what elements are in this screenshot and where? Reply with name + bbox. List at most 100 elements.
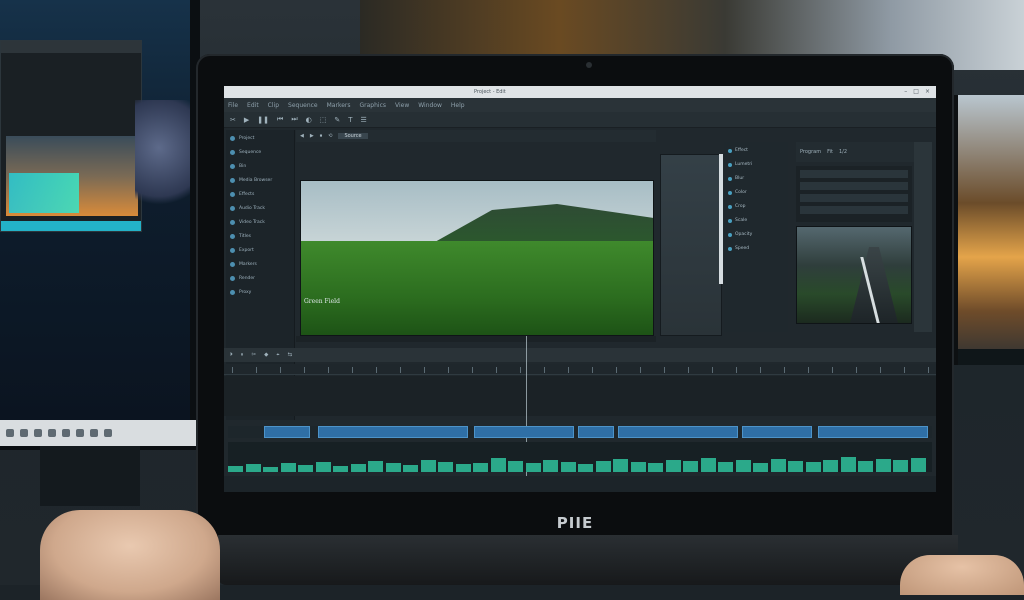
program-viewer[interactable] xyxy=(796,226,912,324)
source-viewer[interactable]: Green Field xyxy=(300,180,654,336)
folder-icon xyxy=(230,247,235,253)
ruler-tick xyxy=(400,367,401,373)
menu-bar: File Edit Clip Sequence Markers Graphics… xyxy=(224,98,936,112)
menu-file[interactable]: File xyxy=(228,102,238,109)
menu-clip[interactable]: Clip xyxy=(268,102,279,109)
keyframe-icon[interactable]: ◆ xyxy=(264,352,268,358)
loop-icon[interactable]: ⟲ xyxy=(328,133,332,139)
menu-view[interactable]: View xyxy=(395,102,409,109)
project-item-label: Proxy xyxy=(239,289,252,295)
project-item[interactable]: Render xyxy=(226,272,294,284)
menu-icon[interactable]: ☰ xyxy=(361,116,367,124)
next-frame-icon[interactable]: ▶ xyxy=(310,133,314,139)
ruler-tick xyxy=(256,367,257,373)
ripple-icon[interactable]: ⇆ xyxy=(287,352,292,358)
audio-waveform-block xyxy=(543,460,558,472)
effect-item[interactable]: Crop xyxy=(728,201,788,212)
project-item[interactable]: Sequence xyxy=(226,146,294,158)
list-item[interactable] xyxy=(800,206,908,214)
effect-item[interactable]: Speed xyxy=(728,243,788,254)
effect-item[interactable]: Color xyxy=(728,187,788,198)
crop-icon[interactable]: ⬚ xyxy=(320,116,327,124)
menu-edit[interactable]: Edit xyxy=(247,102,259,109)
video-clip[interactable] xyxy=(742,426,812,438)
menu-sequence[interactable]: Sequence xyxy=(288,102,318,109)
close-button[interactable]: × xyxy=(925,88,930,96)
ruler-tick xyxy=(304,367,305,373)
project-item[interactable]: Markers xyxy=(226,258,294,270)
list-item[interactable] xyxy=(800,182,908,190)
folder-icon xyxy=(230,163,235,169)
effect-icon xyxy=(728,232,732,237)
project-item[interactable]: Export xyxy=(226,244,294,256)
list-item[interactable] xyxy=(800,170,908,178)
pause-icon[interactable]: ❚❚ xyxy=(257,116,269,124)
project-item[interactable]: Media Browser xyxy=(226,174,294,186)
monitor-stand xyxy=(40,446,140,506)
ruler-tick xyxy=(664,367,665,373)
list-item[interactable] xyxy=(800,194,908,202)
timeline-scrollbar[interactable] xyxy=(224,476,936,492)
folder-icon xyxy=(230,233,235,239)
viewer-clip-name[interactable]: Source xyxy=(338,133,368,139)
project-item-label: Audio Track xyxy=(239,205,265,211)
video-clip[interactable] xyxy=(264,426,310,438)
project-item[interactable]: Audio Track xyxy=(226,202,294,214)
project-item-label: Markers xyxy=(239,261,257,267)
timeline-pause-icon[interactable]: ⏸ xyxy=(241,352,244,359)
timeline-ruler[interactable] xyxy=(224,364,936,375)
left-hand xyxy=(40,510,220,600)
project-item[interactable]: Effects xyxy=(226,188,294,200)
prev-frame-icon[interactable]: ◀ xyxy=(300,133,304,139)
timeline-play-icon[interactable]: ⏵ xyxy=(230,352,233,359)
audio-waveform-block xyxy=(823,460,838,472)
project-item-label: Export xyxy=(239,247,254,253)
effect-item[interactable]: Blur xyxy=(728,173,788,184)
project-item[interactable]: Titles xyxy=(226,230,294,242)
panel-scrollbar[interactable] xyxy=(719,154,723,284)
pen-icon[interactable]: ✎ xyxy=(334,116,340,124)
menu-markers[interactable]: Markers xyxy=(327,102,351,109)
snap-icon[interactable]: ⌖ xyxy=(276,352,279,359)
program-scrollbar[interactable] xyxy=(914,142,932,332)
play-icon[interactable]: ▶ xyxy=(244,116,249,124)
ruler-tick xyxy=(496,367,497,373)
menu-graphics[interactable]: Graphics xyxy=(360,102,387,109)
program-fit-select[interactable]: Fit xyxy=(827,149,833,155)
menu-window[interactable]: Window xyxy=(418,102,442,109)
video-clip[interactable] xyxy=(818,426,928,438)
project-item[interactable]: Bin xyxy=(226,160,294,172)
text-tool-icon[interactable]: T xyxy=(348,116,352,124)
viewer-scrub-bar[interactable] xyxy=(296,336,656,342)
minimize-button[interactable]: – xyxy=(904,88,907,96)
project-item[interactable]: Project xyxy=(226,132,294,144)
effect-item[interactable]: Effect xyxy=(728,145,788,156)
project-item-label: Bin xyxy=(239,163,247,169)
right-monitor-taskbar xyxy=(958,349,1024,365)
program-title: Program xyxy=(800,149,822,155)
program-resolution-select[interactable]: 1/2 xyxy=(839,149,847,155)
audio-waveform-block xyxy=(473,463,488,472)
video-clip[interactable] xyxy=(474,426,574,438)
skip-back-icon[interactable]: ⏮ xyxy=(277,115,283,124)
timeline-razor-icon[interactable]: ✂ xyxy=(252,352,257,358)
menu-help[interactable]: Help xyxy=(451,102,465,109)
razor-tool-icon[interactable]: ✂ xyxy=(230,116,236,124)
color-icon[interactable]: ◐ xyxy=(306,116,312,124)
maximize-button[interactable]: □ xyxy=(913,88,919,96)
video-clip[interactable] xyxy=(618,426,738,438)
left-monitor-window-title xyxy=(1,41,141,53)
stop-icon[interactable]: ⏹ xyxy=(320,133,323,139)
ruler-tick xyxy=(328,367,329,373)
project-item[interactable]: Proxy xyxy=(226,286,294,298)
program-header: Program Fit 1/2 xyxy=(796,142,932,162)
skip-forward-icon[interactable]: ⏭ xyxy=(291,115,297,124)
effect-item[interactable]: Scale xyxy=(728,215,788,226)
effect-item[interactable]: Opacity xyxy=(728,229,788,240)
video-clip[interactable] xyxy=(578,426,614,438)
effect-label: Color xyxy=(735,190,747,195)
project-item-label: Media Browser xyxy=(239,177,273,183)
effect-item[interactable]: Lumetri xyxy=(728,159,788,170)
project-item[interactable]: Video Track xyxy=(226,216,294,228)
video-clip[interactable] xyxy=(318,426,468,438)
